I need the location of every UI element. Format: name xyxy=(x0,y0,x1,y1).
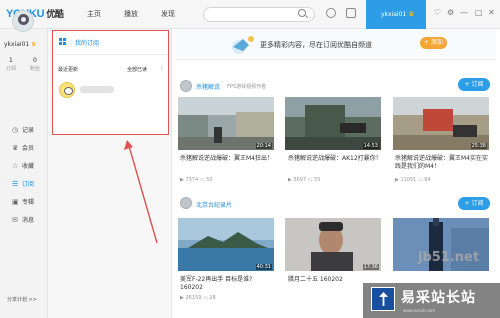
video-duration: 20:14 xyxy=(255,143,272,149)
video-title[interactable]: 美军F-22再出手 目标是谁? 160202 xyxy=(180,276,275,292)
banner-illustration xyxy=(232,36,254,54)
video-duration: 40:31 xyxy=(255,264,272,270)
view-count: 26159 xyxy=(185,295,202,301)
video-stats: ▶ 5697 ▭ 55 xyxy=(288,177,320,183)
video-thumbnail[interactable]: 14:53 xyxy=(285,97,381,150)
comment-count: 28 xyxy=(209,295,216,301)
channel-description: FPS游戏视频作者 xyxy=(227,84,267,90)
subscribe-button[interactable]: + 订阅 xyxy=(458,197,490,210)
channel-name[interactable]: 杀猪解说 xyxy=(196,82,220,91)
video-duration: 17:36 xyxy=(362,264,379,270)
watermark-logo-icon xyxy=(371,287,395,311)
video-stats: ▶ 7374 ▭ 52 xyxy=(180,177,212,183)
view-count: 7374 xyxy=(185,177,199,183)
watermark-name: 易采站长站 xyxy=(401,290,476,306)
channel-name[interactable]: 北京台纪录片 xyxy=(196,200,232,209)
comment-count: 52 xyxy=(206,177,213,183)
video-stats: ▶ 11051 ▭ 84 xyxy=(395,177,431,183)
view-count: 5697 xyxy=(293,177,307,183)
video-duration: 25:38 xyxy=(470,143,487,149)
video-duration: 14:53 xyxy=(362,143,379,149)
video-thumbnail[interactable]: 40:31 xyxy=(178,218,274,271)
add-channel-button[interactable]: + 添加 xyxy=(420,37,447,49)
comment-count: 84 xyxy=(424,177,431,183)
video-title[interactable]: 杀猪解说逆战爆破：AK12打暴你！ xyxy=(288,155,383,163)
banner-text: 更多精彩内容，尽在订阅优酷自频道 xyxy=(260,41,372,49)
video-title[interactable]: 杀猪解说逆战爆破：翼王M4狂出！ xyxy=(180,155,275,163)
view-count: 11051 xyxy=(400,177,417,183)
video-thumbnail[interactable]: 17:36 xyxy=(285,218,381,271)
video-thumbnail[interactable]: 25:38 xyxy=(393,97,489,150)
video-title[interactable]: 杀猪解说逆战爆破：翼王M4实在实践是我们的M4！ xyxy=(395,155,490,171)
video-stats: ▶ 26159 ▭ 28 xyxy=(180,295,216,301)
watermark-url: jb51.net xyxy=(418,250,480,265)
subscribe-button[interactable]: + 订阅 xyxy=(458,78,490,91)
watermark-subtitle: www.easck.com xyxy=(403,308,436,313)
channel-avatar[interactable] xyxy=(180,197,192,209)
main-content xyxy=(173,29,500,318)
comment-count: 55 xyxy=(314,177,321,183)
channel-avatar[interactable] xyxy=(180,80,192,92)
video-thumbnail[interactable]: 20:14 xyxy=(178,97,274,150)
